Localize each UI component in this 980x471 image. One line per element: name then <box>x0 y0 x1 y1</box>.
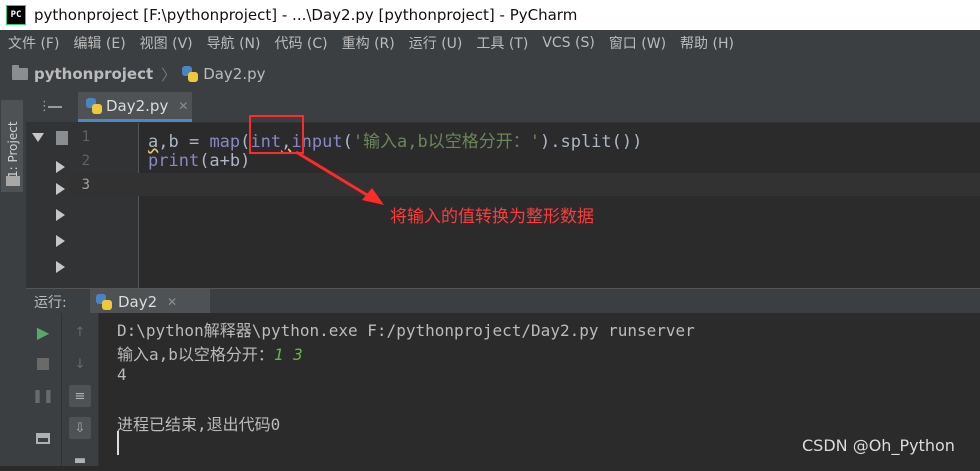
line-number: 2 <box>81 153 90 169</box>
chevron-right-icon[interactable] <box>56 161 65 173</box>
menu-navigate[interactable]: 导航 (N) <box>207 33 261 53</box>
menu-file[interactable]: 文件 (F) <box>8 33 59 53</box>
project-tab-label: 1: Project <box>6 121 20 178</box>
annotation-text: 将输入的值转换为整形数据 <box>390 207 594 227</box>
menu-code[interactable]: 代码 (C) <box>274 33 327 53</box>
minimize-icon[interactable] <box>48 106 62 108</box>
code-line-1[interactable]: a,b = map(int,input('输入a,b以空格分开：').split… <box>148 127 642 152</box>
scroll-to-end-icon[interactable]: ⇩ <box>69 417 91 439</box>
menu-view[interactable]: 视图 (V) <box>140 33 193 53</box>
window-title: pythonproject [F:\pythonproject] - ...\D… <box>34 6 578 24</box>
console-exit-message: 进程已结束,退出代码0 <box>117 415 281 434</box>
watermark: CSDN @Oh_Python <box>802 436 955 455</box>
pycharm-logo-icon: PC <box>6 5 26 25</box>
breadcrumb-file[interactable]: Day2.py <box>203 65 265 83</box>
code-token: ,b = <box>158 132 210 152</box>
code-token: a <box>148 132 159 152</box>
code-token: ).split()) <box>540 132 643 152</box>
console-prompt-line: 输入a,b以空格分开：1 3 <box>117 341 303 365</box>
python-file-icon <box>96 293 112 310</box>
run-tool-header: 运行: Day2 ✕ <box>26 288 980 314</box>
bottom-left-strip <box>0 288 27 466</box>
breadcrumb-separator-icon: 〉 <box>161 65 177 84</box>
breadcrumb-project[interactable]: pythonproject <box>34 65 153 83</box>
tab-label: Day2.py <box>106 96 169 115</box>
code-token: map <box>209 132 241 152</box>
tab-day2-py[interactable]: Day2.py ✕ <box>78 92 192 122</box>
line-number: 1 <box>81 129 90 145</box>
window-title-bar: PC pythonproject [F:\pythonproject] - ..… <box>0 0 980 30</box>
console-user-input: 1 3 <box>273 345 303 364</box>
code-token: print <box>148 151 200 171</box>
print-icon[interactable]: ▬ <box>69 449 91 471</box>
line-number: 3 <box>81 177 90 193</box>
menu-tools[interactable]: 工具 (T) <box>476 33 528 53</box>
text-cursor <box>117 431 119 455</box>
stop-icon[interactable] <box>32 353 54 375</box>
menu-vcs[interactable]: VCS (S) <box>542 35 595 51</box>
console-command-line: D:\python解释器\python.exe F:/pythonproject… <box>117 321 695 340</box>
left-tool-strip: 1: Project <box>0 92 27 288</box>
console-prompt: 输入a,b以空格分开： <box>117 345 274 364</box>
project-tree-gutter <box>26 123 70 288</box>
line-number-gutter <box>70 123 139 288</box>
folder-icon <box>6 176 20 186</box>
code-line-2[interactable]: print(a+b) <box>148 151 250 171</box>
python-file-icon <box>86 97 102 114</box>
current-line-highlight <box>70 173 980 196</box>
menu-window[interactable]: 窗口 (W) <box>609 33 666 53</box>
chevron-down-icon[interactable] <box>32 133 44 142</box>
layout-icon[interactable] <box>32 427 54 449</box>
run-toolbar-left: ▶ ❚❚ <box>26 313 62 466</box>
run-icon[interactable]: ▶ <box>32 321 54 343</box>
folder-icon <box>12 65 28 80</box>
menu-run[interactable]: 运行 (U) <box>409 33 463 53</box>
pause-icon[interactable]: ❚❚ <box>32 385 54 407</box>
soft-wrap-icon[interactable]: ≡ <box>69 385 91 407</box>
folder-icon <box>56 131 68 145</box>
menu-bar: 文件 (F) 编辑 (E) 视图 (V) 导航 (N) 代码 (C) 重构 (R… <box>0 30 980 56</box>
close-icon[interactable]: ✕ <box>167 295 177 309</box>
chevron-right-icon[interactable] <box>56 209 65 221</box>
code-token: (a+b) <box>199 151 251 171</box>
console-result: 4 <box>117 365 127 384</box>
chevron-right-icon[interactable] <box>56 235 65 247</box>
run-tab-label: Day2 <box>118 292 158 311</box>
menu-refactor[interactable]: 重构 (R) <box>342 33 395 53</box>
python-file-icon <box>182 66 199 82</box>
close-icon[interactable]: ✕ <box>178 99 188 113</box>
annotation-arrow-icon <box>295 150 384 205</box>
breadcrumb: pythonproject 〉 Day2.py <box>0 56 980 93</box>
run-tab-day2[interactable]: Day2 ✕ <box>90 289 210 314</box>
menu-edit[interactable]: 编辑 (E) <box>73 33 125 53</box>
chevron-right-icon[interactable] <box>56 261 65 273</box>
run-label: 运行: <box>34 295 67 311</box>
arrow-up-icon[interactable]: ↑ <box>69 321 91 343</box>
editor-tab-bar: ⋮ Day2.py ✕ <box>26 92 980 123</box>
arrow-down-icon[interactable]: ↓ <box>69 353 91 375</box>
chevron-right-icon[interactable] <box>56 183 65 195</box>
run-toolbar-right: ↑ ↓ ≡ ⇩ ▬ <box>62 313 99 468</box>
menu-help[interactable]: 帮助 (H) <box>680 33 734 53</box>
